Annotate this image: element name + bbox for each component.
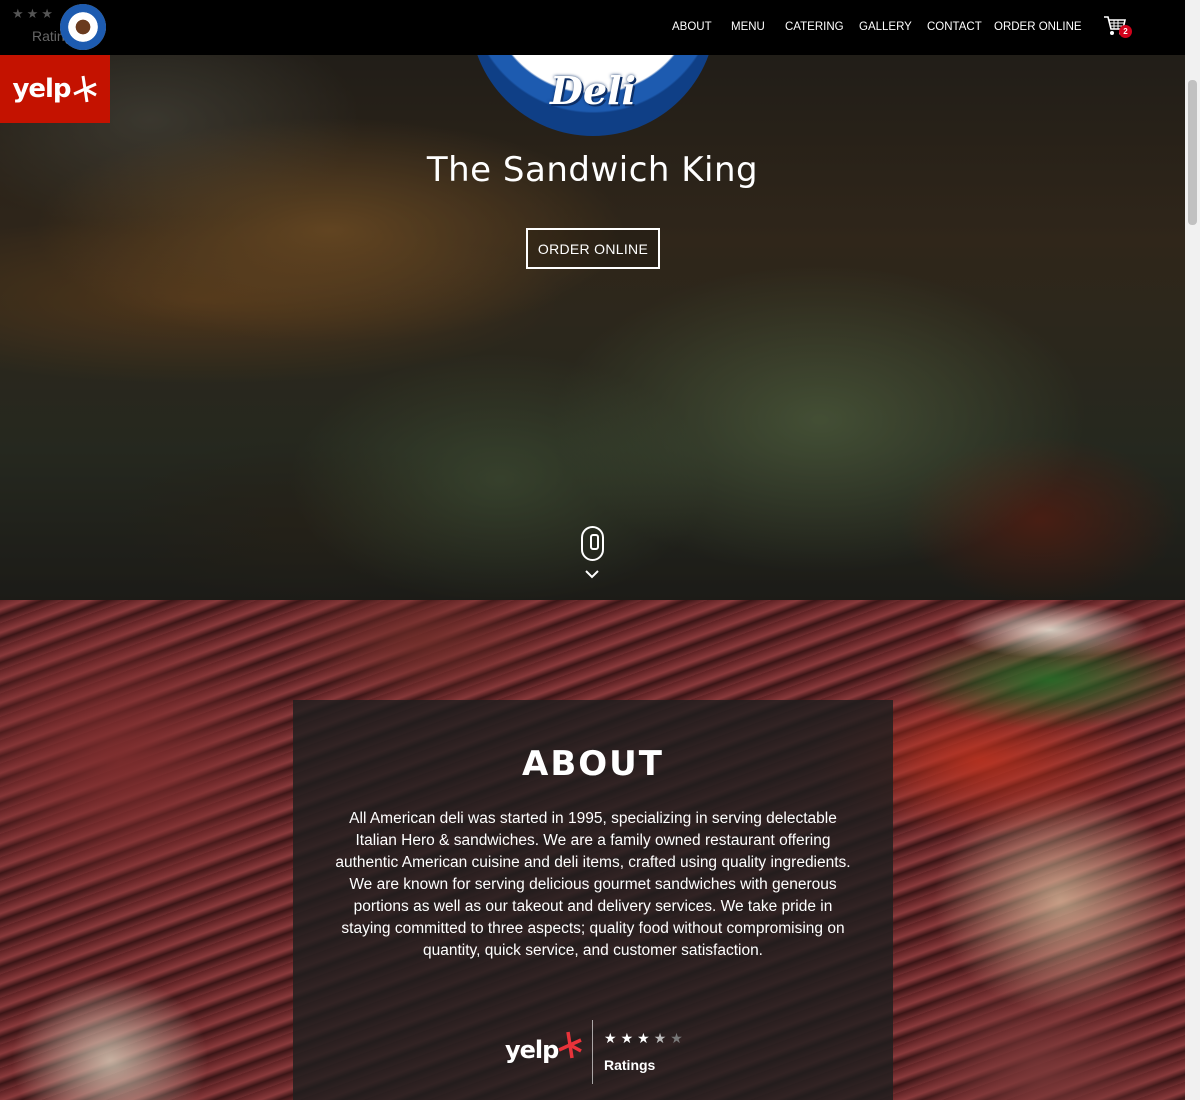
cart-count-badge: 2 (1119, 25, 1132, 38)
yelp-burst-icon (558, 1031, 582, 1059)
about-body: All American deli was started in 1995, s… (333, 808, 853, 962)
nav-catering[interactable]: CATERING (785, 21, 844, 33)
about-paragraph-1: All American deli was started in 1995, s… (335, 810, 851, 871)
star-icon: ★ (637, 1030, 654, 1046)
yelp-wordmark: yelp (505, 1036, 559, 1064)
star-icon: ★ (604, 1030, 621, 1046)
about-title: ABOUT (522, 744, 664, 784)
star-icon: ★ (653, 1030, 671, 1046)
rating-stars: ★★★ (12, 6, 56, 21)
nav-contact[interactable]: CONTACT (927, 21, 982, 33)
mouse-scroll-icon[interactable] (581, 526, 604, 561)
yelp-tab[interactable]: yelp (0, 55, 110, 123)
rating-label: Ratings (604, 1057, 656, 1073)
order-online-button[interactable]: ORDER ONLINE (526, 228, 660, 269)
site-logo[interactable] (60, 4, 106, 50)
scrollbar-thumb[interactable] (1188, 80, 1197, 225)
yelp-rating-widget[interactable]: yelp ★★★★★ Ratings (505, 1020, 705, 1084)
star-icon: ★ (620, 1030, 638, 1046)
nav-about[interactable]: ABOUT (672, 21, 712, 33)
about-panel: ABOUT All American deli was started in 1… (293, 700, 893, 1100)
nav-gallery[interactable]: GALLERY (859, 21, 912, 33)
rating-stars: ★★★★★ (604, 1030, 687, 1047)
about-paragraph-2: We are known for serving delicious gourm… (341, 876, 845, 959)
yelp-wordmark: yelp (12, 74, 71, 104)
hero-title: The Sandwich King (426, 150, 759, 190)
page-scrollbar[interactable] (1185, 0, 1200, 1100)
chevron-down-icon[interactable] (584, 566, 600, 582)
logo-text: Deli (549, 68, 636, 113)
shopping-cart-icon[interactable]: 2 (1103, 15, 1133, 41)
yelp-burst-icon (72, 75, 97, 103)
nav-menu[interactable]: MENU (731, 21, 765, 33)
star-icon: ★ (670, 1030, 687, 1046)
nav-order-online[interactable]: ORDER ONLINE (994, 21, 1082, 33)
rating-divider (592, 1020, 593, 1084)
